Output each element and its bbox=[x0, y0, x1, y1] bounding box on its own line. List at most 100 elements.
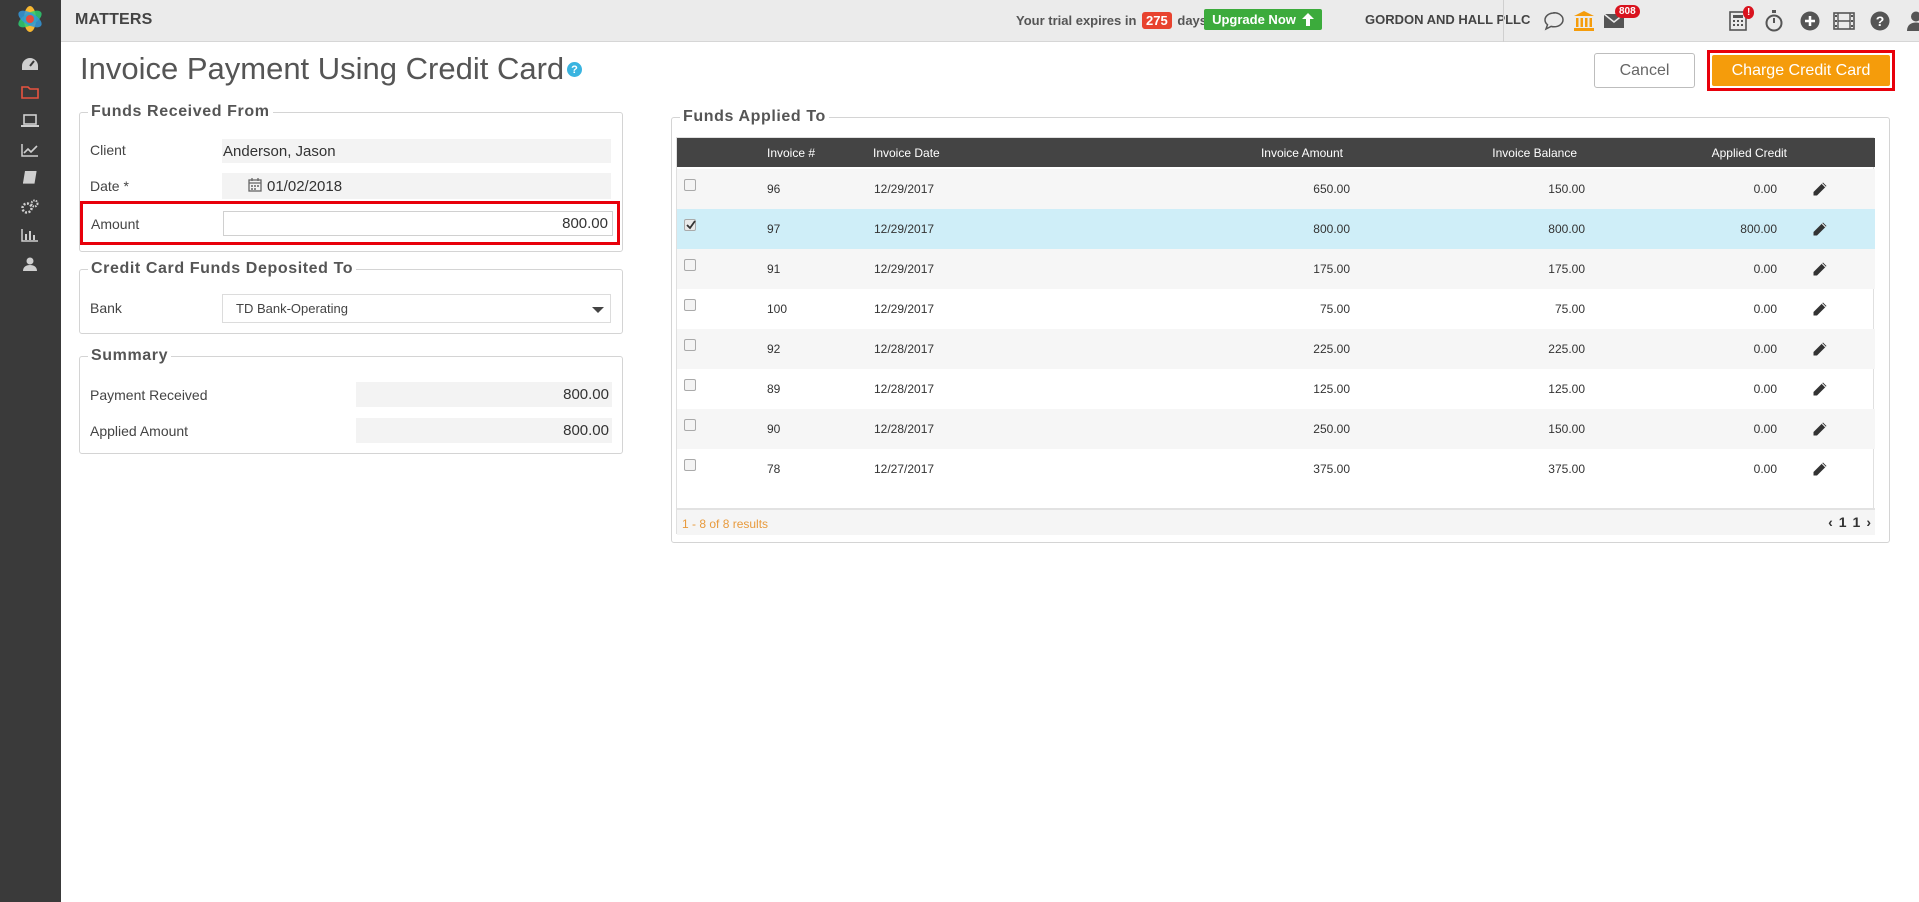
payment-received-label: Payment Received bbox=[90, 387, 208, 403]
edit-pencil-icon[interactable] bbox=[1812, 301, 1828, 317]
book-icon[interactable] bbox=[18, 166, 42, 190]
table-row[interactable]: 92 12/28/2017 225.00 225.00 0.00 bbox=[677, 329, 1875, 369]
cell-invoice-date: 12/28/2017 bbox=[874, 342, 935, 356]
cell-invoice-balance: 150.00 bbox=[1548, 422, 1585, 436]
cell-invoice-num: 89 bbox=[767, 382, 781, 396]
table-row[interactable]: 90 12/28/2017 250.00 150.00 0.00 bbox=[677, 409, 1875, 449]
cell-invoice-balance: 800.00 bbox=[1548, 222, 1585, 236]
cell-applied-credit: 0.00 bbox=[1753, 462, 1777, 476]
cell-invoice-balance: 225.00 bbox=[1548, 342, 1585, 356]
bar-chart-icon[interactable] bbox=[18, 223, 42, 247]
cell-invoice-num: 97 bbox=[767, 222, 781, 236]
row-checkbox[interactable] bbox=[684, 179, 696, 191]
cell-invoice-date: 12/29/2017 bbox=[874, 302, 935, 316]
mail-count-badge: 808 bbox=[1615, 5, 1640, 18]
dashboard-icon[interactable] bbox=[18, 52, 42, 76]
payment-received-value: 800.00 bbox=[356, 382, 612, 407]
row-checkbox[interactable] bbox=[684, 459, 696, 471]
top-bar: MATTERS Your trial expires in 275 days. … bbox=[61, 0, 1919, 42]
edit-pencil-icon[interactable] bbox=[1812, 421, 1828, 437]
cell-applied-credit: 0.00 bbox=[1753, 182, 1777, 196]
cell-invoice-amount: 75.00 bbox=[1319, 302, 1350, 316]
prev-page-icon[interactable]: ‹ bbox=[1828, 514, 1833, 530]
edit-pencil-icon[interactable] bbox=[1812, 221, 1828, 237]
cell-invoice-amount: 650.00 bbox=[1313, 182, 1350, 196]
cell-invoice-date: 12/27/2017 bbox=[874, 462, 935, 476]
calendar-icon[interactable] bbox=[248, 178, 262, 192]
cell-invoice-balance: 150.00 bbox=[1548, 182, 1585, 196]
topbar-divider bbox=[1503, 0, 1504, 42]
col-invoice-date[interactable]: Invoice Date bbox=[873, 146, 940, 160]
trial-prefix: Your trial expires in bbox=[1016, 13, 1137, 28]
col-invoice-balance[interactable]: Invoice Balance bbox=[1467, 146, 1577, 160]
cell-invoice-date: 12/28/2017 bbox=[874, 382, 935, 396]
row-checkbox[interactable] bbox=[684, 419, 696, 431]
cell-invoice-num: 90 bbox=[767, 422, 781, 436]
line-chart-icon[interactable] bbox=[18, 138, 42, 162]
client-value: Anderson, Jason bbox=[222, 139, 611, 163]
cell-invoice-balance: 375.00 bbox=[1548, 462, 1585, 476]
amount-highlight: Amount 800.00 bbox=[80, 201, 620, 245]
gears-icon[interactable] bbox=[18, 195, 42, 219]
cell-invoice-balance: 175.00 bbox=[1548, 262, 1585, 276]
next-page-icon[interactable]: › bbox=[1866, 514, 1871, 530]
row-checkbox[interactable] bbox=[684, 299, 696, 311]
funds-applied-legend: Funds Applied To bbox=[680, 108, 829, 126]
col-invoice-amount[interactable]: Invoice Amount bbox=[1243, 146, 1343, 160]
edit-pencil-icon[interactable] bbox=[1812, 381, 1828, 397]
user-icon[interactable] bbox=[1903, 8, 1919, 34]
edit-pencil-icon[interactable] bbox=[1812, 341, 1828, 357]
cancel-button[interactable]: Cancel bbox=[1594, 53, 1695, 88]
edit-pencil-icon[interactable] bbox=[1812, 181, 1828, 197]
funds-received-legend: Funds Received From bbox=[88, 103, 273, 121]
svg-text:?: ? bbox=[1876, 13, 1885, 29]
row-checkbox[interactable] bbox=[684, 339, 696, 351]
upgrade-label: Upgrade Now bbox=[1212, 12, 1296, 27]
left-sidebar bbox=[0, 0, 61, 902]
laptop-icon[interactable] bbox=[18, 109, 42, 133]
mail-icon[interactable]: 808 bbox=[1601, 5, 1640, 34]
row-checkbox[interactable] bbox=[684, 219, 696, 231]
col-invoice-num[interactable]: Invoice # bbox=[767, 146, 815, 160]
table-row[interactable]: 97 12/29/2017 800.00 800.00 800.00 bbox=[677, 209, 1875, 249]
edit-pencil-icon[interactable] bbox=[1812, 461, 1828, 477]
date-value: 01/02/2018 bbox=[267, 177, 343, 195]
row-checkbox[interactable] bbox=[684, 379, 696, 391]
chevron-down-icon bbox=[592, 307, 604, 313]
trial-notice: Your trial expires in 275 days. bbox=[1016, 12, 1211, 29]
cell-invoice-num: 96 bbox=[767, 182, 781, 196]
folder-icon[interactable] bbox=[18, 80, 42, 104]
bank-select[interactable]: TD Bank-Operating bbox=[222, 294, 611, 323]
cell-applied-credit: 0.00 bbox=[1753, 382, 1777, 396]
table-row[interactable]: 96 12/29/2017 650.00 150.00 0.00 bbox=[677, 169, 1875, 209]
user-icon[interactable] bbox=[18, 252, 42, 276]
table-row[interactable]: 91 12/29/2017 175.00 175.00 0.00 bbox=[677, 249, 1875, 289]
table-row[interactable]: 78 12/27/2017 375.00 375.00 0.00 bbox=[677, 449, 1875, 489]
film-icon[interactable] bbox=[1831, 8, 1857, 34]
table-row[interactable]: 89 12/28/2017 125.00 125.00 0.00 bbox=[677, 369, 1875, 409]
cell-invoice-amount: 800.00 bbox=[1313, 222, 1350, 236]
help-circle-icon[interactable]: ? bbox=[1867, 8, 1893, 34]
page-current[interactable]: 1 bbox=[1839, 514, 1847, 530]
app-logo-icon[interactable] bbox=[13, 2, 47, 36]
amount-input[interactable]: 800.00 bbox=[223, 211, 613, 236]
plus-circle-icon[interactable] bbox=[1797, 8, 1823, 34]
cell-applied-credit: 0.00 bbox=[1753, 342, 1777, 356]
results-count: 1 - 8 of 8 results bbox=[682, 517, 769, 531]
bank-label: Bank bbox=[90, 300, 122, 316]
upgrade-now-button[interactable]: Upgrade Now bbox=[1204, 9, 1322, 30]
col-applied-credit[interactable]: Applied Credit bbox=[1687, 146, 1787, 160]
date-field[interactable]: 01/02/2018 bbox=[222, 173, 611, 199]
edit-pencil-icon[interactable] bbox=[1812, 261, 1828, 277]
table-row[interactable]: 100 12/29/2017 75.00 75.00 0.00 bbox=[677, 289, 1875, 329]
bank-icon[interactable] bbox=[1571, 8, 1597, 34]
table-header: Invoice # Invoice Date Invoice Amount In… bbox=[677, 138, 1875, 167]
row-checkbox[interactable] bbox=[684, 259, 696, 271]
chat-icon[interactable] bbox=[1541, 8, 1567, 34]
page-total[interactable]: 1 bbox=[1853, 514, 1861, 530]
stopwatch-icon[interactable] bbox=[1761, 8, 1787, 34]
charge-credit-card-button[interactable]: Charge Credit Card bbox=[1712, 55, 1890, 86]
applied-amount-label: Applied Amount bbox=[90, 423, 189, 439]
help-icon[interactable]: ? bbox=[567, 62, 582, 77]
bank-selected-value: TD Bank-Operating bbox=[236, 301, 348, 316]
